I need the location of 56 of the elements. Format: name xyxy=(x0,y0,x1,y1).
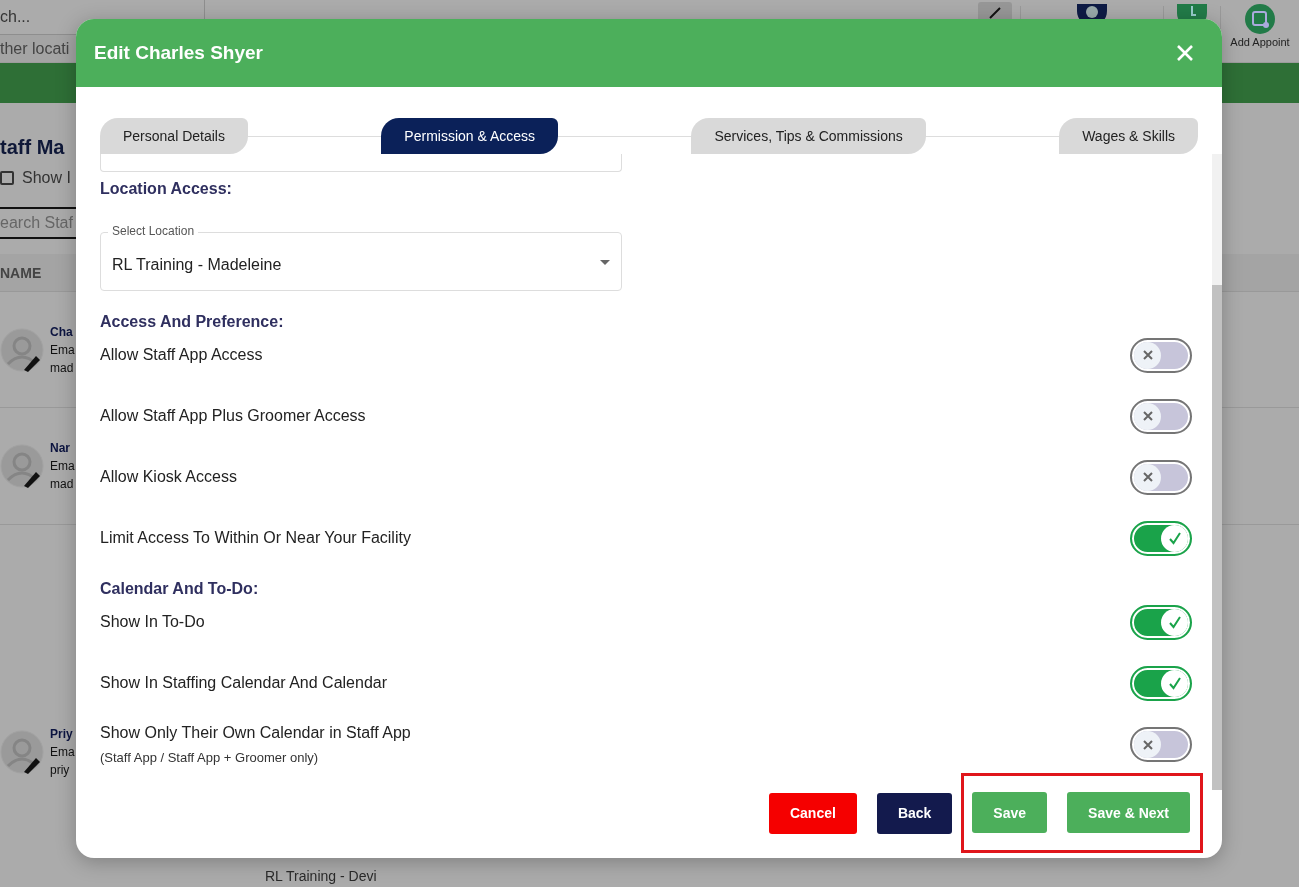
section-heading: Location Access: xyxy=(100,179,233,199)
checkbox[interactable] xyxy=(0,171,14,185)
setting-label: Show In Staffing Calendar And Calendar xyxy=(100,674,387,692)
staff-email: Ema xyxy=(50,744,75,761)
section-heading: Access And Preference: xyxy=(100,312,285,332)
staff-location: mad xyxy=(50,359,74,377)
step-tab[interactable]: Permission & Access xyxy=(381,118,559,154)
setting-label: Allow Kiosk Access xyxy=(100,468,237,486)
setting-label: Show Only Their Own Calendar in Staff App xyxy=(100,724,411,742)
toggle-switch[interactable] xyxy=(1130,604,1192,640)
page-title: taff Ma xyxy=(0,135,65,160)
cross-icon xyxy=(1140,409,1155,423)
check-icon xyxy=(1167,676,1182,690)
avatar-icon xyxy=(0,444,44,488)
location-text: RL Training - Devi xyxy=(264,868,378,886)
edit-button[interactable] xyxy=(978,2,1012,22)
step-tab[interactable]: Services, Tips & Commissions xyxy=(691,118,926,154)
check-icon xyxy=(1167,531,1182,545)
staff-location: mad xyxy=(50,476,74,493)
add-appointment-label[interactable]: Add Appoint xyxy=(1230,36,1290,48)
cross-icon xyxy=(1140,737,1155,752)
toggle-switch[interactable] xyxy=(1130,337,1192,373)
check-icon xyxy=(1167,615,1182,629)
toggle-switch[interactable] xyxy=(1130,727,1192,762)
step-tab[interactable]: Personal Details xyxy=(100,118,248,154)
pencil-icon xyxy=(988,5,1002,19)
toggle-switch[interactable] xyxy=(1130,398,1192,434)
staff-name[interactable]: Cha xyxy=(50,322,73,341)
cancel-button[interactable]: Cancel xyxy=(768,792,857,834)
avatar-icon xyxy=(0,730,44,774)
setting-note: (Staff App / Staff App + Groomer only) xyxy=(100,750,320,765)
close-icon[interactable] xyxy=(1176,44,1194,62)
calendar-add-icon[interactable] xyxy=(1245,4,1275,34)
staff-name[interactable]: Priy xyxy=(50,725,73,743)
staff-email: Ema xyxy=(50,341,75,359)
setting-label: Limit Access To Within Or Near Your Facility xyxy=(100,529,411,547)
setting-label: Allow Staff App Access xyxy=(100,346,263,364)
caret-icon xyxy=(600,260,610,265)
avatar-icon xyxy=(0,327,44,372)
toggle-switch[interactable] xyxy=(1130,665,1192,701)
staff-location: priy xyxy=(50,762,70,779)
staff-email: Ema xyxy=(50,458,75,475)
setting-label: Show In To-Do xyxy=(100,613,205,631)
toggle-switch[interactable] xyxy=(1130,520,1192,556)
setting-label: Allow Staff App Plus Groomer Access xyxy=(100,407,366,425)
back-button[interactable]: Back xyxy=(876,792,953,834)
checkbox-label: Show I xyxy=(22,169,71,187)
cross-icon xyxy=(1140,470,1155,484)
section-heading: Calendar And To-Do: xyxy=(100,579,260,599)
scrollbar[interactable] xyxy=(1212,154,1222,790)
text-field[interactable] xyxy=(100,154,622,172)
toggle-switch[interactable] xyxy=(1130,459,1192,495)
dialog-title: Edit Charles Shyer xyxy=(94,42,263,64)
cross-icon xyxy=(1140,348,1155,362)
staff-name[interactable]: Nar xyxy=(50,439,70,457)
step-tab[interactable]: Wages & Skills xyxy=(1059,118,1198,154)
